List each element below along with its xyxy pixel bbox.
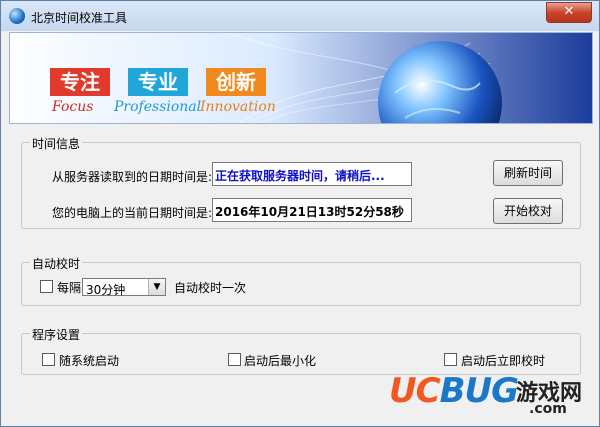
every-label: 每隔	[57, 281, 82, 295]
main-window: 北京时间校准工具 ✕ 专注 专业 创新 Focus Professional I…	[0, 0, 600, 427]
watermark-uc: UC	[389, 371, 441, 411]
refresh-time-button[interactable]: 刷新时间	[493, 160, 563, 186]
sync-on-start-label: 启动后立即校时	[461, 354, 546, 368]
close-button[interactable]: ✕	[546, 2, 592, 23]
watermark-bug: BUG	[439, 371, 519, 411]
minimize-checkbox[interactable]	[228, 353, 241, 366]
auto-sync-group: 自动校时 每隔 30分钟 ▼ 自动校时一次	[21, 255, 581, 306]
interval-value: 30分钟	[86, 283, 126, 297]
sync-on-start-checkbox[interactable]	[444, 353, 457, 366]
local-time-label: 您的电脑上的当前日期时间是:	[52, 206, 213, 220]
auto-sync-title: 自动校时	[30, 255, 83, 272]
tag-innovation: 创新	[206, 68, 266, 96]
tag-focus-en: Focus	[52, 99, 94, 115]
startup-checkbox[interactable]	[42, 353, 55, 366]
server-time-field[interactable]: 正在获取服务器时间，请稍后...	[212, 162, 412, 186]
start-sync-button[interactable]: 开始校对	[493, 198, 563, 224]
tag-focus: 专注	[50, 68, 110, 96]
tag-professional-en: Professional	[114, 99, 202, 115]
auto-sync-suffix-label: 自动校时一次	[174, 281, 247, 295]
local-time-field[interactable]: 2016年10月21日13时52分58秒	[212, 198, 412, 222]
settings-title: 程序设置	[30, 326, 83, 343]
settings-group: 程序设置 随系统启动 启动后最小化 启动后立即校时	[21, 326, 581, 375]
time-info-title: 时间信息	[30, 135, 83, 152]
minimize-label: 启动后最小化	[244, 354, 317, 368]
interval-select[interactable]: 30分钟 ▼	[82, 278, 166, 297]
window-title: 北京时间校准工具	[31, 11, 128, 25]
server-time-label: 从服务器读取到的日期时间是:	[52, 170, 213, 184]
banner: 专注 专业 创新 Focus Professional Innovation	[9, 32, 593, 124]
globe-icon	[9, 8, 25, 24]
watermark-logo: UCBUG	[389, 371, 519, 411]
title-bar[interactable]: 北京时间校准工具 ✕	[1, 1, 599, 31]
tag-innovation-en: Innovation	[200, 99, 276, 115]
time-info-group: 时间信息 从服务器读取到的日期时间是: 正在获取服务器时间，请稍后... 刷新时…	[21, 135, 581, 229]
startup-label: 随系统启动	[59, 354, 120, 368]
chevron-down-icon[interactable]: ▼	[148, 279, 165, 295]
watermark-com: .com	[529, 401, 567, 417]
auto-sync-checkbox[interactable]	[40, 280, 53, 293]
tag-professional: 专业	[128, 68, 188, 96]
